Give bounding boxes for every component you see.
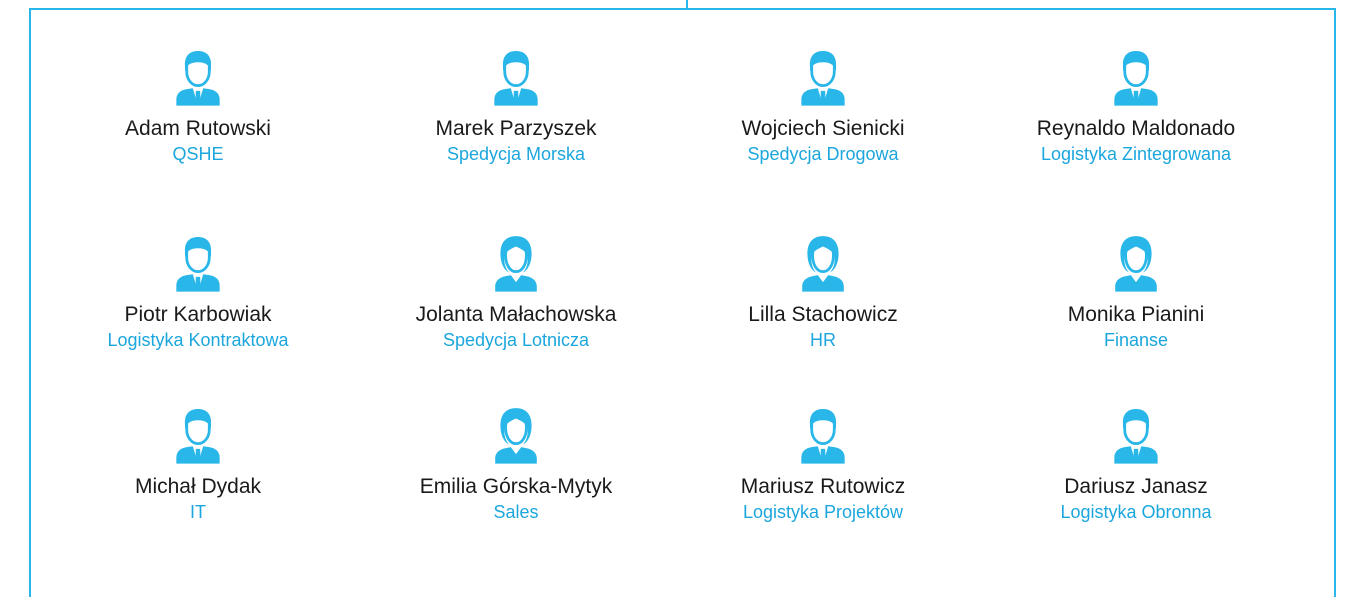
person-name: Piotr Karbowiak	[124, 303, 272, 326]
person-department: Spedycja Drogowa	[747, 144, 899, 164]
person-name: Monika Pianini	[1067, 303, 1205, 326]
male-user-icon	[172, 230, 224, 296]
person-card: Mariusz Rutowicz Logistyka Projektów	[673, 402, 973, 524]
person-department: Spedycja Lotnicza	[442, 330, 590, 350]
male-user-icon	[797, 44, 849, 110]
female-user-icon	[490, 230, 542, 296]
female-user-icon	[490, 402, 542, 468]
person-card: Emilia Górska-Mytyk Sales	[366, 402, 666, 524]
person-department: Logistyka Projektów	[742, 502, 904, 522]
male-user-icon	[797, 402, 849, 468]
person-department: Logistyka Zintegrowana	[1040, 144, 1232, 164]
female-user-icon	[1110, 230, 1162, 296]
person-name: Jolanta Małachowska	[415, 303, 617, 326]
person-card: Piotr Karbowiak Logistyka Kontraktowa	[48, 230, 348, 352]
person-card: Monika Pianini Finanse	[986, 230, 1286, 352]
person-card: Michał Dydak IT	[48, 402, 348, 524]
male-user-icon	[1110, 402, 1162, 468]
person-card: Lilla Stachowicz HR	[673, 230, 973, 352]
person-card: Reynaldo Maldonado Logistyka Zintegrowan…	[986, 44, 1286, 166]
male-user-icon	[172, 44, 224, 110]
person-name: Wojciech Sienicki	[741, 117, 905, 140]
person-card: Jolanta Małachowska Spedycja Lotnicza	[366, 230, 666, 352]
person-department: Spedycja Morska	[446, 144, 586, 164]
person-department: Logistyka Kontraktowa	[107, 330, 289, 350]
person-name: Adam Rutowski	[125, 117, 271, 140]
person-card: Marek Parzyszek Spedycja Morska	[366, 44, 666, 166]
person-department: Finanse	[1103, 330, 1169, 350]
male-user-icon	[172, 402, 224, 468]
team-diagram: Adam Rutowski QSHE Marek Parzyszek Spedy…	[0, 0, 1351, 597]
person-department: IT	[190, 502, 206, 522]
person-name: Reynaldo Maldonado	[1036, 117, 1236, 140]
person-card: Adam Rutowski QSHE	[48, 44, 348, 166]
person-name: Michał Dydak	[134, 475, 262, 498]
person-department: Logistyka Obronna	[1060, 502, 1212, 522]
female-user-icon	[797, 230, 849, 296]
person-department: Sales	[493, 502, 539, 522]
person-card: Dariusz Janasz Logistyka Obronna	[986, 402, 1286, 524]
person-department: QSHE	[172, 144, 224, 164]
person-name: Mariusz Rutowicz	[740, 475, 906, 498]
person-card: Wojciech Sienicki Spedycja Drogowa	[673, 44, 973, 166]
person-name: Dariusz Janasz	[1064, 475, 1208, 498]
person-name: Emilia Górska-Mytyk	[419, 475, 613, 498]
person-name: Lilla Stachowicz	[748, 303, 898, 326]
male-user-icon	[490, 44, 542, 110]
male-user-icon	[1110, 44, 1162, 110]
person-department: HR	[810, 330, 836, 350]
person-name: Marek Parzyszek	[435, 117, 597, 140]
